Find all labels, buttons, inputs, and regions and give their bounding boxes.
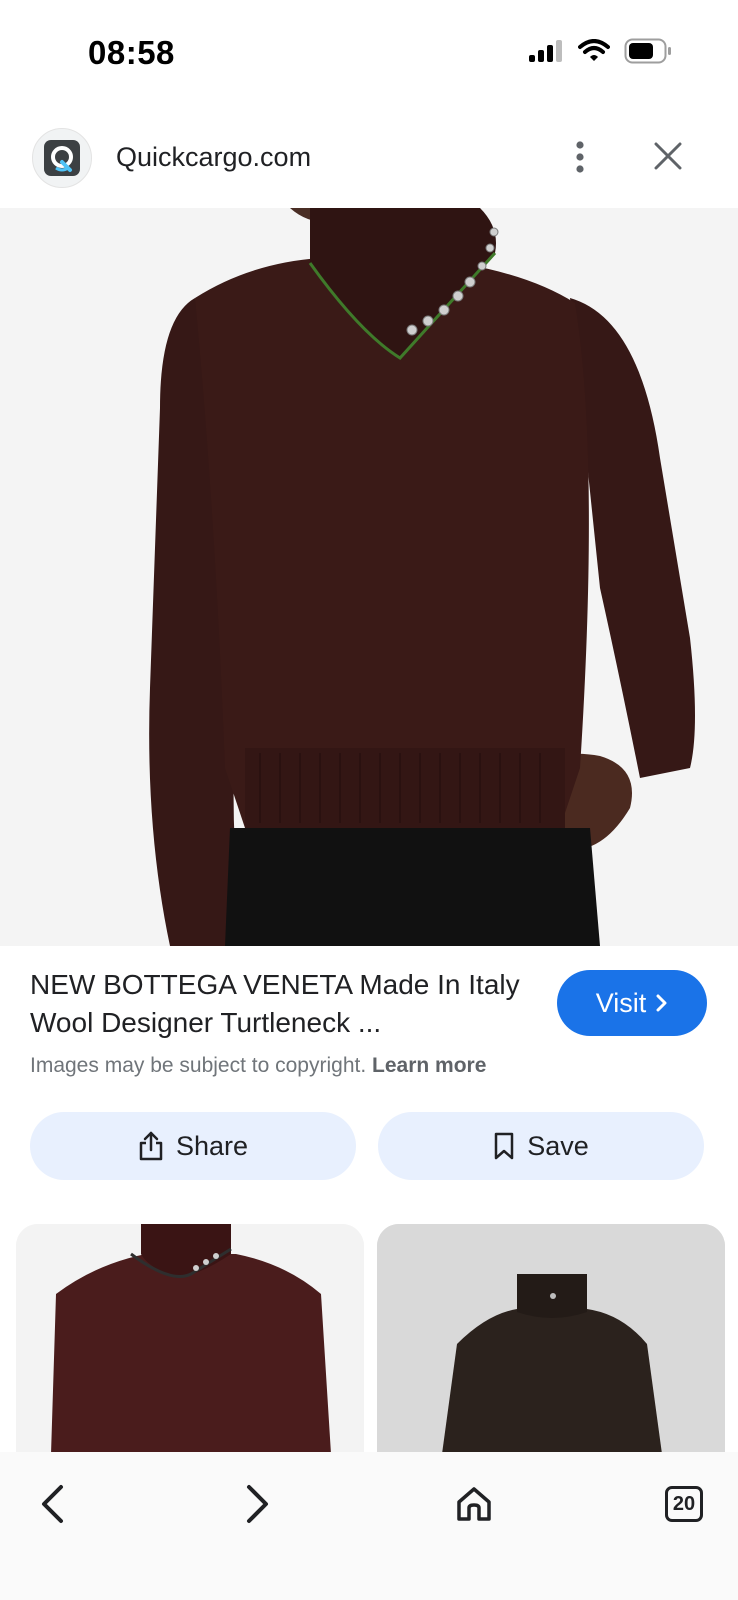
chevron-left-icon: [42, 1485, 63, 1523]
result-title-area: NEW BOTTEGA VENETA Made In Italy Wool De…: [30, 966, 550, 1042]
chevron-right-icon: [656, 994, 667, 1012]
wifi-icon: [578, 39, 610, 61]
site-name[interactable]: Quickcargo.com: [116, 142, 311, 173]
tab-count: 20: [665, 1486, 703, 1522]
copyright-notice: Images may be subject to copyright. Lear…: [30, 1054, 486, 1078]
product-image[interactable]: [0, 208, 738, 946]
status-time: 08:58: [88, 34, 175, 71]
status-icons: [528, 38, 672, 64]
quickcargo-logo-icon[interactable]: [32, 128, 92, 188]
share-button[interactable]: Share: [30, 1112, 356, 1180]
visit-button[interactable]: Visit: [557, 970, 707, 1036]
learn-more-link[interactable]: Learn more: [372, 1054, 486, 1077]
bookmark-icon: [494, 1132, 514, 1160]
home-icon: [457, 1487, 491, 1521]
chevron-right-icon: [247, 1485, 268, 1523]
visit-label: Visit: [595, 987, 647, 1018]
page-header: Quickcargo.com: [0, 122, 738, 208]
save-button[interactable]: Save: [378, 1112, 704, 1180]
related-image-card[interactable]: [377, 1224, 725, 1454]
product-title[interactable]: NEW BOTTEGA VENETA Made In Italy Wool De…: [30, 966, 550, 1042]
share-label: Share: [175, 1130, 249, 1161]
more-vertical-icon: [576, 141, 584, 173]
close-icon: [654, 142, 682, 170]
status-bar: 08:58: [0, 0, 738, 110]
share-icon: [139, 1131, 163, 1161]
tabs-button[interactable]: 20: [654, 1474, 714, 1534]
related-image-card[interactable]: [16, 1224, 364, 1454]
forward-button[interactable]: [228, 1474, 288, 1534]
bottom-navigation: 20: [0, 1452, 738, 1600]
signal-icon: [529, 40, 562, 62]
battery-icon: [624, 38, 671, 64]
close-button[interactable]: [646, 134, 690, 178]
back-button[interactable]: [22, 1474, 82, 1534]
home-button[interactable]: [444, 1474, 504, 1534]
save-label: Save: [527, 1130, 589, 1161]
more-options-button[interactable]: [560, 132, 600, 182]
copyright-text: Images may be subject to copyright.: [30, 1054, 367, 1077]
